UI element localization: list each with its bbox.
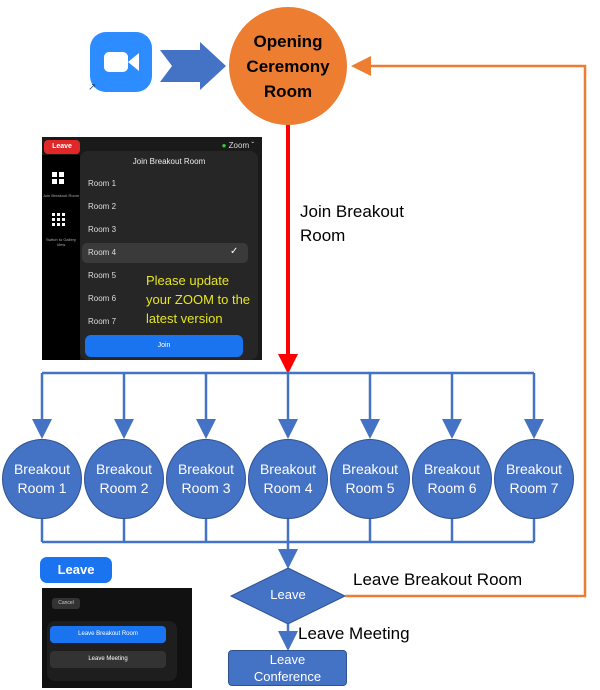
room-option[interactable]: Room 7	[88, 317, 116, 326]
cancel-button[interactable]: Cancel	[52, 598, 80, 609]
leave-meeting-button[interactable]: Leave Meeting	[50, 651, 166, 668]
shortcut-arrow-icon: ↗	[88, 82, 97, 93]
breakout-room-6: Breakout Room 6	[412, 439, 492, 519]
camera-icon	[104, 52, 128, 72]
grid-4-icon[interactable]	[52, 172, 64, 184]
breakout-room-5: Breakout Room 5	[330, 439, 410, 519]
grid-9-icon[interactable]	[52, 213, 66, 227]
join-breakout-label: Join Breakout Room	[300, 202, 404, 245]
room-option[interactable]: Room 4	[88, 248, 116, 257]
room-option[interactable]: Room 2	[88, 202, 116, 211]
breakout-room-7: Breakout Room 7	[494, 439, 574, 519]
start-arrow	[160, 42, 226, 90]
zoom-menu[interactable]: ● Zoom ˇ	[222, 141, 254, 150]
leave-button-large[interactable]: Leave	[40, 557, 112, 583]
join-breakout-side-label: Join Breakout Room	[42, 193, 80, 198]
room-option[interactable]: Room 3	[88, 225, 116, 234]
leave-breakout-room-button[interactable]: Leave Breakout Room	[50, 626, 166, 643]
decision-label: Leave	[270, 587, 306, 602]
sidebar: Join Breakout Room Switch to Gallery Vie…	[42, 155, 80, 360]
shield-icon: ●	[221, 141, 227, 150]
join-breakout-dialog: Join Breakout Room Room 1 Room 2 Room 3 ✓ Ro…	[80, 151, 258, 360]
leave-conference-box: Leave Conference	[228, 650, 347, 686]
leave-button[interactable]: Leave	[44, 140, 80, 154]
camera-lens-icon	[128, 53, 139, 71]
checkmark-icon: ✓	[230, 246, 239, 257]
join-button[interactable]: Join	[85, 335, 243, 357]
breakout-room-3: Breakout Room 3	[166, 439, 246, 519]
leave-breakout-room-label: Leave Breakout Room	[353, 570, 523, 589]
leave-meeting-label: Leave Meeting	[298, 624, 410, 643]
room-option[interactable]: Room 6	[88, 294, 116, 303]
room-option[interactable]: Room 1	[88, 179, 116, 188]
zoom-app-icon[interactable]: ↗	[88, 32, 152, 93]
dialog-title: Join Breakout Room	[132, 157, 206, 166]
gallery-view-side-label: Switch to Gallery View	[45, 237, 76, 247]
breakout-room-4: Breakout Room 4	[248, 439, 328, 519]
opening-ceremony-room: Opening Ceremony Room	[229, 7, 347, 125]
leave-options-panel: Cancel Leave Breakout Room Leave Meeting	[42, 588, 192, 688]
breakout-room-1: Breakout Room 1	[2, 439, 82, 519]
zoom-join-panel-screenshot: Leave ● Zoom ˇ Join Breakout Room Switch…	[42, 137, 262, 360]
room-option[interactable]: Room 5	[88, 271, 116, 280]
breakout-room-2: Breakout Room 2	[84, 439, 164, 519]
leave-options-card: Leave Breakout Room Leave Meeting	[47, 621, 177, 681]
update-note: Please update your ZOOM to the latest vers…	[146, 273, 251, 326]
